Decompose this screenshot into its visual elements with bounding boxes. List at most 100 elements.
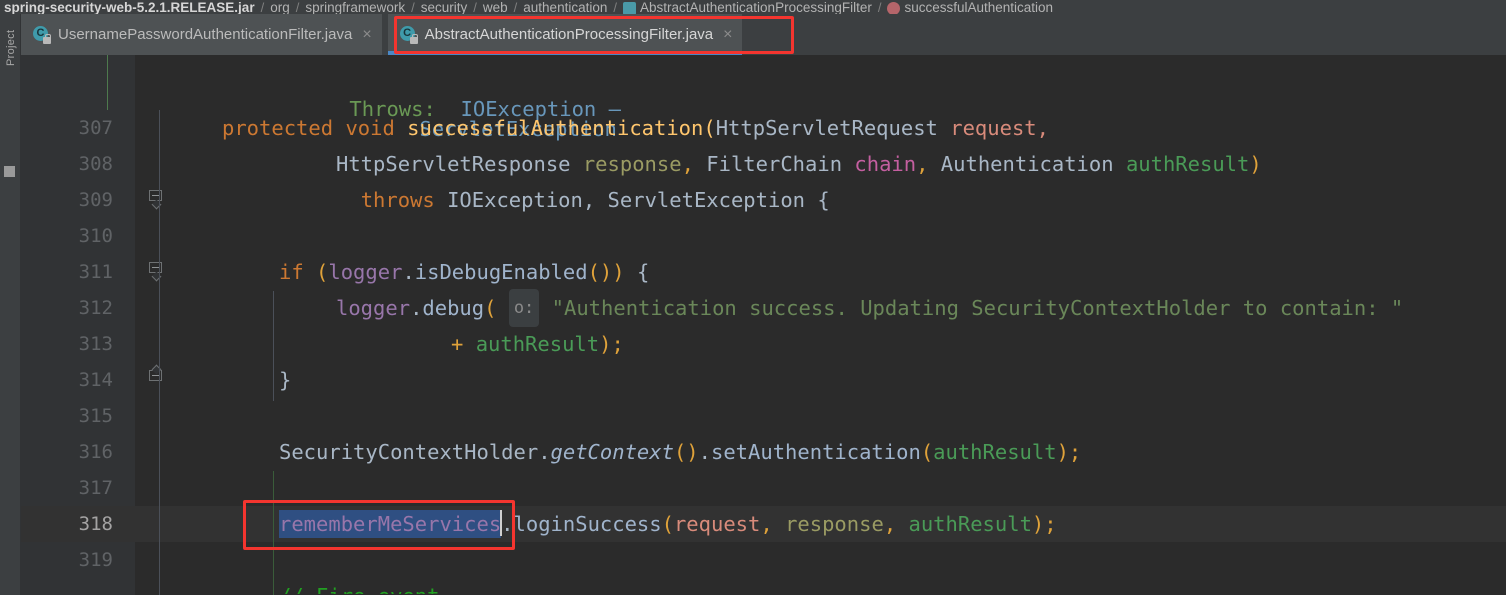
java-class-readonly-icon: C [399,26,418,44]
breadcrumb-item-7[interactable]: successfulAuthentication [887,1,1053,14]
dot: . [410,296,423,320]
keyword-protected: protected [222,116,334,140]
parameter-hint-inlay: o: [508,289,540,327]
lock-icon [409,34,418,44]
plus-operator: + [451,332,476,356]
line-number: 318 [78,513,113,535]
code-line-308[interactable]: HttpServletResponse response, FilterChai… [336,146,1262,182]
comment-fire-event: // Fire event [279,584,439,594]
paren-open: ( [484,296,497,320]
lock-icon [43,34,51,44]
close-icon[interactable]: × [721,26,732,42]
code-line-307[interactable]: protected void successfulAuthentication(… [222,110,1049,146]
method-is-debug-enabled: isDebugEnabled [414,260,588,284]
breadcrumb-item-6[interactable]: AbstractAuthenticationProcessingFilter [622,0,872,14]
editor-tab-inactive[interactable]: C UsernamePasswordAuthenticationFilter.ja… [21,14,382,55]
breadcrumb-item-label: security [420,0,468,14]
doc-fold-line [107,55,108,110]
breadcrumb-item-label: web [482,0,508,14]
code-line-318[interactable]: rememberMeServices.loginSuccess(request,… [279,506,1057,542]
comma: , [760,512,786,536]
breadcrumb-item-5[interactable]: authentication [523,1,607,14]
code-line-312[interactable]: logger.debug( o: "Authentication success… [336,289,1404,327]
line-number: 316 [78,441,113,463]
brace-close: } [279,368,292,392]
code-line-313[interactable]: + authResult); [451,326,624,362]
code-content[interactable]: protected void successfulAuthentication (… [136,55,1506,595]
param-auth-result: authResult [1125,152,1250,176]
keyword-void: void [345,116,395,140]
paren-close: ); [599,332,624,356]
type-servlet-exception: ServletException [607,188,806,212]
selected-field-remember-me-services[interactable]: rememberMeServices [279,510,502,538]
code-line-311[interactable]: if (logger.isDebugEnabled()) { [279,254,649,290]
code-line-316[interactable]: SecurityContextHolder.getContext().setAu… [279,434,1081,470]
breadcrumb-item-0[interactable]: spring-security-web-5.2.1.RELEASE.jar [4,1,255,14]
code-line-314[interactable]: } [279,362,291,398]
comma: , [916,152,941,176]
type-filter-chain: FilterChain [706,152,843,176]
method-get-context: getContext [550,440,674,464]
paren-open: ( [920,440,934,464]
line-number: 314 [78,369,113,391]
line-number: 308 [78,153,113,175]
stripe-button-icon[interactable] [4,166,15,177]
breadcrumb-separator: / [411,0,415,14]
close-icon[interactable]: × [360,26,371,42]
dot: . [698,440,711,464]
breadcrumb[interactable]: spring-security-web-5.2.1.RELEASE.jar / or… [0,0,1506,14]
field-logger: logger [336,296,411,320]
breadcrumb-separator: / [613,0,617,14]
breadcrumb-item-label: AbstractAuthenticationProcessingFilter [639,0,872,14]
method-name: successfulAuthentication [407,116,704,140]
dot: . [501,512,514,536]
type-http-servlet-request: HttpServletRequest [715,116,938,140]
breadcrumb-item-label: org [270,0,290,14]
breadcrumb-separator: / [877,0,882,14]
editor-tab-bar[interactable]: C UsernamePasswordAuthenticationFilter.ja… [21,14,1506,55]
java-class-readonly-icon: C [33,26,51,44]
breadcrumb-item-label: successfulAuthentication [904,0,1054,14]
paren-close: ); [1031,512,1057,536]
class-icon [622,2,636,14]
string-literal: "Authentication success. Updating Securi… [551,296,1404,320]
field-logger: logger [328,260,403,284]
param-chain: chain [854,152,917,176]
breadcrumb-item-label: authentication [523,0,608,14]
breadcrumb-separator: / [473,0,477,14]
dot: . [538,440,551,464]
line-number: 317 [78,477,113,499]
type-io-exception: IOException [447,188,583,212]
comma: , [681,152,707,176]
method-login-success: loginSuccess [513,512,662,536]
comma: , [582,188,608,212]
code-line-309[interactable]: throws IOException, ServletException { [336,182,830,218]
breadcrumb-item-4[interactable]: web [483,1,508,14]
line-number: 312 [78,297,113,319]
param-request: request [950,116,1037,140]
comma: , [883,512,909,536]
method-debug: debug [422,296,485,320]
idea-editor-window: spring-security-web-5.2.1.RELEASE.jar / or… [0,0,1506,595]
method-icon [887,2,901,14]
sidebar-item-project[interactable]: Project [5,10,17,66]
paren-open: ( [316,260,329,284]
editor-tab-active[interactable]: C AbstractAuthenticationProcessingFilter.… [387,14,743,55]
param-auth-result: authResult [933,440,1057,464]
breadcrumb-item-label: spring-security-web-5.2.1.RELEASE.jar [4,0,255,14]
keyword-if: if [279,260,304,284]
breadcrumb-item-2[interactable]: springframework [305,1,405,14]
parens: () [587,260,613,284]
line-number: 313 [78,333,113,355]
paren-close: ) [612,260,625,284]
line-number: 315 [78,405,113,427]
breadcrumb-item-3[interactable]: security [421,1,468,14]
code-editor[interactable]: Throws: IOException — ServletException 3… [21,55,1506,595]
param-auth-result: authResult [475,332,600,356]
breadcrumb-item-1[interactable]: org [270,1,290,14]
param-response: response [785,512,884,536]
code-line-320[interactable]: // Fire event [279,578,439,594]
brace-open: { [636,260,650,284]
type-security-context-holder: SecurityContextHolder [279,440,539,464]
line-number: 307 [78,117,113,139]
